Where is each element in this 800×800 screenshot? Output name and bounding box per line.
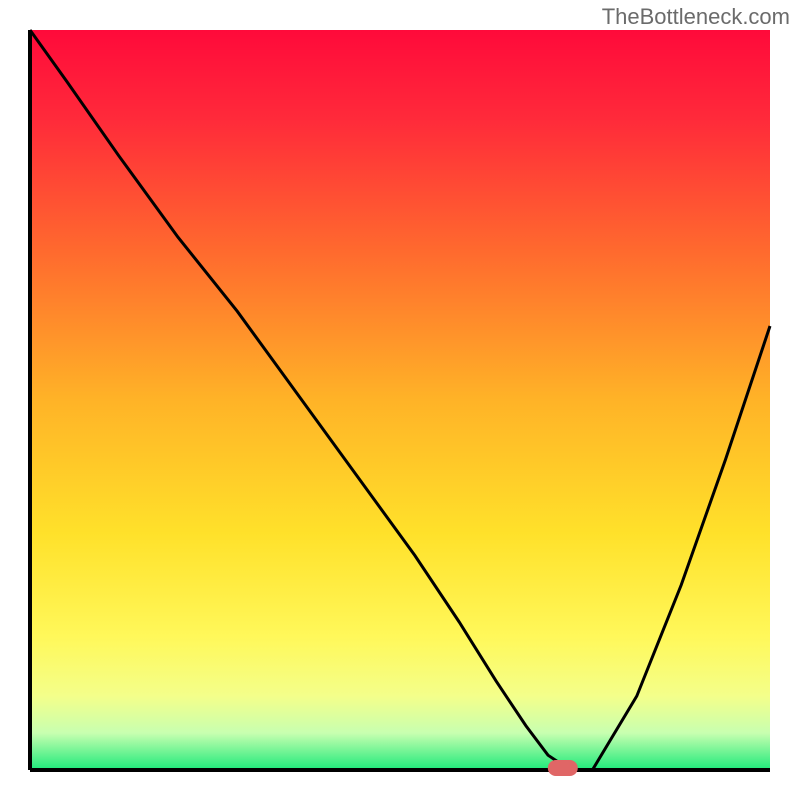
plot-background <box>30 30 770 770</box>
chart-container: TheBottleneck.com <box>0 0 800 800</box>
optimal-marker <box>548 760 578 776</box>
watermark-label: TheBottleneck.com <box>602 4 790 30</box>
bottleneck-chart <box>0 0 800 800</box>
